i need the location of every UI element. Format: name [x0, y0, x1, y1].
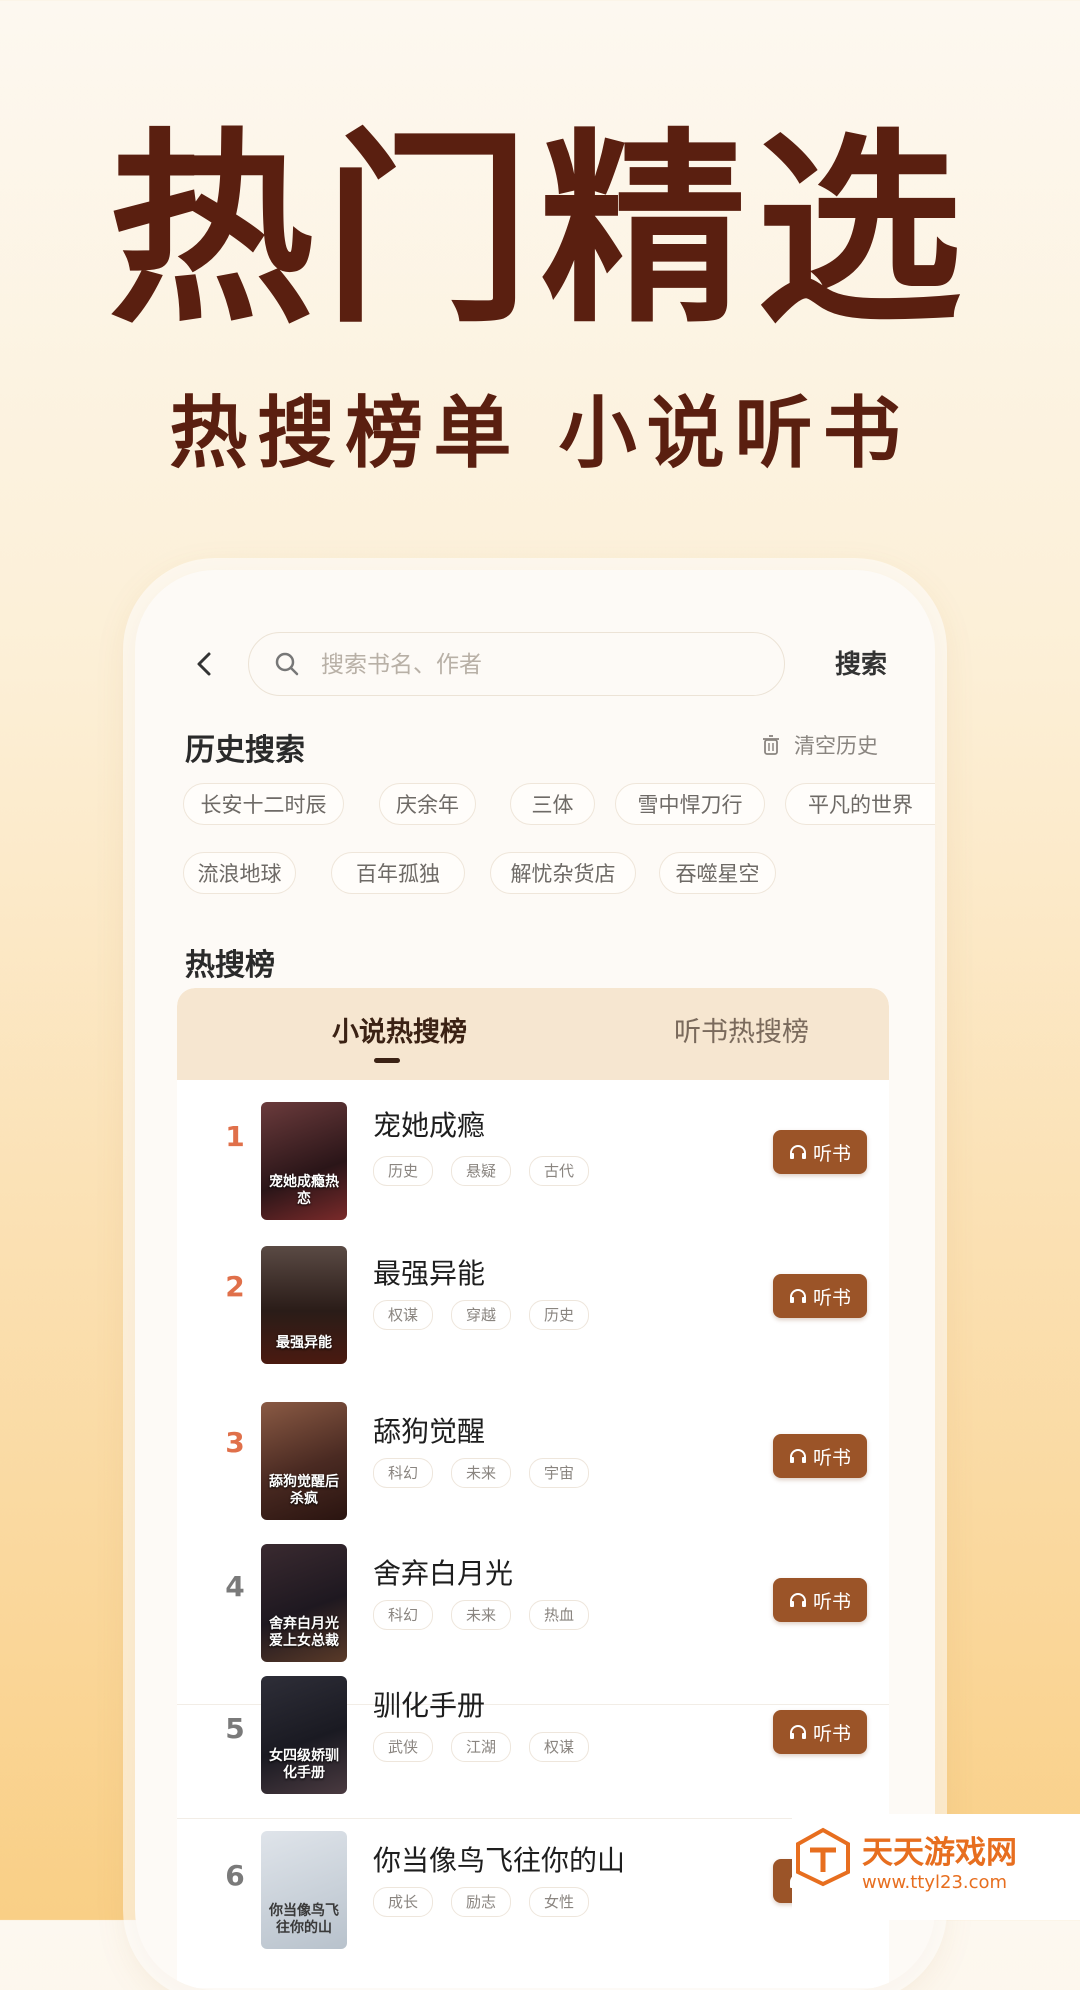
listen-label: 听书 — [812, 1446, 851, 1469]
headphones-icon — [789, 1449, 806, 1463]
tag: 未来 — [451, 1458, 512, 1488]
rank-row[interactable]: 1 宠她成瘾热恋 宠她成瘾 历史 悬疑 古代 听书 — [177, 1080, 889, 1233]
book-cover: 宠她成瘾热恋 — [261, 1102, 347, 1220]
listen-button[interactable]: 听书 — [773, 1130, 867, 1174]
book-title: 舍弃白月光 — [373, 1557, 514, 1590]
tag: 历史 — [373, 1156, 434, 1186]
rank-number: 4 — [225, 1570, 245, 1603]
hot-rank-panel: 小说热搜榜 听书热搜榜 1 宠她成瘾热恋 宠她成瘾 历史 悬疑 古代 听书 2 … — [177, 988, 889, 1988]
history-chip[interactable]: 平凡的世界 — [785, 783, 935, 825]
tag: 科幻 — [373, 1458, 434, 1488]
headphones-icon — [789, 1725, 806, 1739]
history-chip[interactable]: 流浪地球 — [183, 852, 296, 894]
tab-novel-hot[interactable]: 小说热搜榜 — [332, 1010, 467, 1049]
tag-list: 权谋 穿越 历史 — [373, 1300, 590, 1330]
subheadline: 热搜榜单 小说听书 — [169, 389, 911, 479]
search-button[interactable]: 搜索 — [835, 644, 887, 681]
history-chip[interactable]: 三体 — [510, 783, 595, 825]
rank-number: 3 — [225, 1426, 245, 1459]
tab-audiobook-hot[interactable]: 听书热搜榜 — [674, 1010, 809, 1049]
phone-mockup: 搜索 历史搜索 清空历史 长安十二时辰 庆余年 三体 雪中悍刀行 平凡的世界 流… — [135, 570, 935, 1990]
tag: 热血 — [529, 1600, 590, 1630]
cover-text: 舍弃白月光爱上女总裁 — [269, 1616, 339, 1650]
listen-label: 听书 — [812, 1286, 851, 1309]
tag: 古代 — [529, 1156, 590, 1186]
tag-list: 科幻 未来 宇宙 — [373, 1458, 590, 1488]
watermark-logo-icon — [796, 1827, 850, 1887]
search-icon — [275, 652, 299, 676]
book-title: 舔狗觉醒 — [373, 1415, 486, 1448]
rank-row[interactable]: 5 女四级娇驯化手册 驯化手册 武侠 江湖 权谋 听书 — [177, 1668, 889, 1819]
book-cover: 舔狗觉醒后杀疯 — [261, 1402, 347, 1520]
tag-list: 武侠 江湖 权谋 — [373, 1732, 590, 1762]
book-cover: 舍弃白月光爱上女总裁 — [261, 1544, 347, 1662]
history-chip[interactable]: 雪中悍刀行 — [615, 783, 765, 825]
book-title: 你当像鸟飞往你的山 — [373, 1844, 626, 1877]
clear-history-label: 清空历史 — [794, 734, 878, 758]
headline: 热门精选 — [107, 111, 972, 351]
hot-search-title: 热搜榜 — [185, 948, 275, 983]
tag: 成长 — [373, 1887, 434, 1917]
search-bar: 搜索 — [135, 632, 935, 697]
rank-row[interactable]: 3 舔狗觉醒后杀疯 舔狗觉醒 科幻 未来 宇宙 听书 — [177, 1386, 889, 1533]
cover-text: 女四级娇驯化手册 — [269, 1748, 339, 1782]
listen-button[interactable]: 听书 — [773, 1434, 867, 1478]
search-box[interactable] — [248, 632, 785, 697]
book-cover: 最强异能 — [261, 1246, 347, 1364]
book-cover: 女四级娇驯化手册 — [261, 1676, 347, 1794]
cover-text: 你当像鸟飞往你的山 — [269, 1903, 339, 1937]
tag: 穿越 — [451, 1300, 512, 1330]
cover-text: 宠她成瘾热恋 — [269, 1174, 339, 1208]
rank-tabs: 小说热搜榜 听书热搜榜 — [177, 988, 889, 1080]
history-chip[interactable]: 吞噬星空 — [659, 852, 776, 894]
tag-list: 成长 励志 女性 — [373, 1887, 590, 1917]
active-tab-indicator — [374, 1058, 400, 1063]
history-chip[interactable]: 百年孤独 — [331, 852, 465, 894]
tag: 历史 — [529, 1300, 590, 1330]
history-chip[interactable]: 长安十二时辰 — [183, 783, 344, 825]
headphones-icon — [789, 1593, 806, 1607]
rank-row[interactable]: 6 你当像鸟飞往你的山 你当像鸟飞往你的山 成长 励志 女性 听书 — [177, 1818, 889, 1988]
tag: 励志 — [451, 1887, 512, 1917]
headphones-icon — [789, 1145, 806, 1159]
history-title: 历史搜索 — [185, 733, 305, 768]
rank-row[interactable]: 2 最强异能 最强异能 权谋 穿越 历史 听书 — [177, 1232, 889, 1387]
clear-history-button[interactable]: 清空历史 — [762, 730, 878, 760]
listen-button[interactable]: 听书 — [773, 1578, 867, 1622]
listen-label: 听书 — [812, 1722, 851, 1745]
watermark-name: 天天游戏网 — [862, 1835, 1017, 1871]
tag: 宇宙 — [529, 1458, 590, 1488]
listen-button[interactable]: 听书 — [773, 1274, 867, 1318]
book-title: 最强异能 — [373, 1257, 486, 1290]
trash-icon — [763, 735, 779, 755]
tag: 江湖 — [451, 1732, 512, 1762]
history-chip[interactable]: 解忧杂货店 — [490, 852, 636, 894]
tag: 悬疑 — [451, 1156, 512, 1186]
book-title: 宠她成瘾 — [373, 1109, 486, 1142]
book-title: 驯化手册 — [373, 1689, 486, 1722]
rank-number: 2 — [225, 1270, 245, 1303]
watermark-url: www.ttyl23.com — [862, 1872, 1008, 1893]
rank-number: 5 — [225, 1712, 245, 1745]
listen-button[interactable]: 听书 — [773, 1710, 867, 1754]
listen-label: 听书 — [812, 1590, 851, 1613]
tag: 未来 — [451, 1600, 512, 1630]
listen-label: 听书 — [812, 1142, 851, 1165]
tag: 权谋 — [373, 1300, 434, 1330]
cover-text: 舔狗觉醒后杀疯 — [269, 1474, 339, 1508]
tag: 科幻 — [373, 1600, 434, 1630]
search-input[interactable] — [319, 633, 763, 697]
cover-text: 最强异能 — [276, 1335, 332, 1352]
headphones-icon — [789, 1289, 806, 1303]
tag: 武侠 — [373, 1732, 434, 1762]
tag-list: 科幻 未来 热血 — [373, 1600, 590, 1630]
rank-number: 6 — [225, 1859, 245, 1892]
back-arrow-icon[interactable] — [187, 646, 223, 682]
tag-list: 历史 悬疑 古代 — [373, 1156, 590, 1186]
tag: 女性 — [529, 1887, 590, 1917]
rank-number: 1 — [225, 1120, 245, 1153]
history-chip[interactable]: 庆余年 — [379, 783, 476, 825]
book-cover: 你当像鸟飞往你的山 — [261, 1831, 347, 1949]
tag: 权谋 — [529, 1732, 590, 1762]
